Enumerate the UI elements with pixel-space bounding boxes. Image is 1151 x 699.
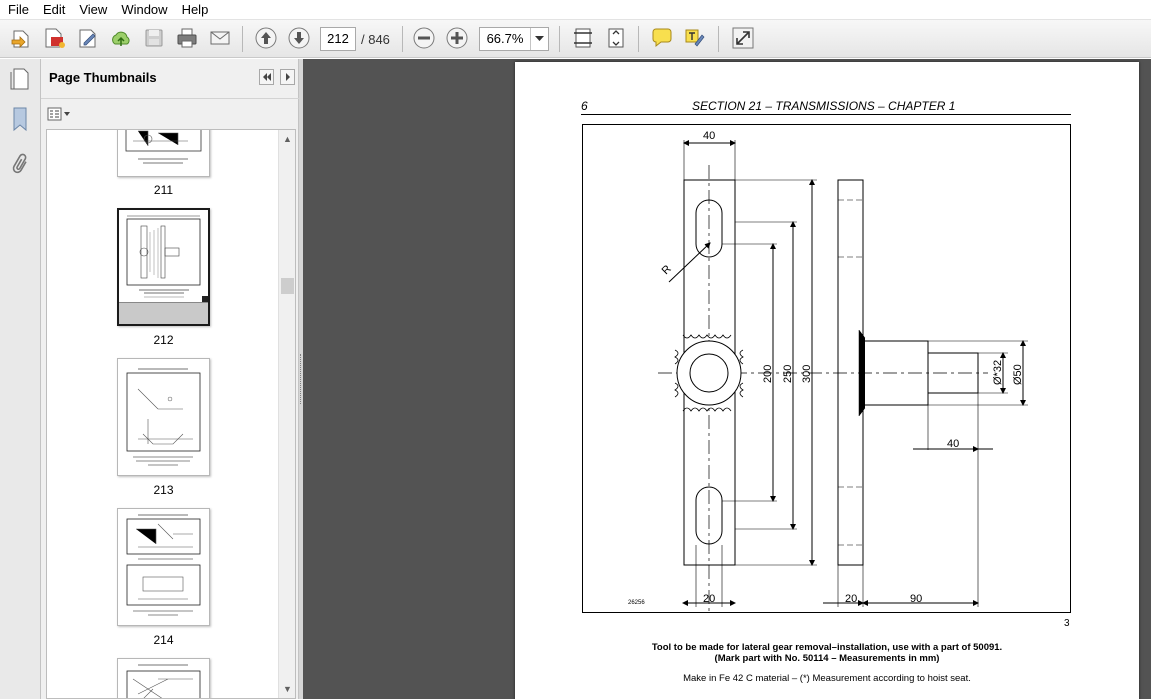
page-thumbnails-icon[interactable] [6, 64, 34, 94]
page-header: 6 SECTION 21 – TRANSMISSIONS – CHAPTER 1 [581, 98, 1071, 115]
email-icon[interactable] [206, 24, 234, 52]
zoom-in-icon[interactable] [443, 24, 471, 52]
fit-page-icon[interactable] [602, 24, 630, 52]
scroll-up-icon[interactable]: ▲ [282, 134, 293, 144]
panel-header: Page Thumbnails [41, 59, 299, 99]
chevron-right-icon[interactable] [280, 69, 295, 85]
save-icon[interactable] [140, 24, 168, 52]
edit-icon[interactable] [74, 24, 102, 52]
fit-width-icon[interactable] [569, 24, 597, 52]
thumbnail-label: 214 [153, 633, 174, 647]
dim-dia-large: Ø50 [1012, 364, 1024, 385]
dim-250: 250 [782, 365, 794, 383]
menu-edit[interactable]: Edit [35, 2, 71, 17]
bookmark-icon[interactable] [6, 104, 34, 134]
thumbnail-scrollbar[interactable]: ▲ ▼ [278, 130, 295, 698]
toolbar-separator [402, 26, 403, 52]
dim-side-40: 40 [947, 438, 959, 450]
dim-300: 300 [801, 365, 813, 383]
menu-window[interactable]: Window [113, 2, 173, 17]
toolbar-separator [559, 26, 560, 52]
toolbar-separator [718, 26, 719, 52]
comment-icon[interactable] [648, 24, 676, 52]
menu-help[interactable]: Help [174, 2, 215, 17]
zoom-out-icon[interactable] [410, 24, 438, 52]
next-page-icon[interactable] [285, 24, 313, 52]
attachment-icon[interactable] [6, 149, 34, 179]
document-viewport: 6 SECTION 21 – TRANSMISSIONS – CHAPTER 1 [303, 59, 1151, 699]
chevron-down-icon[interactable] [530, 28, 548, 50]
menu-view[interactable]: View [71, 2, 113, 17]
thumbnail-212[interactable] [117, 208, 210, 326]
splitter-grip[interactable] [300, 354, 302, 404]
figure-number: 3 [1064, 618, 1070, 629]
dim-top-width: 40 [703, 130, 715, 142]
drawing-ref-code: 26256 [628, 600, 645, 606]
open-icon[interactable] [8, 24, 36, 52]
menu-file[interactable]: File [0, 2, 35, 17]
previous-page-icon[interactable] [252, 24, 280, 52]
page-number-input[interactable]: 212 [320, 27, 356, 51]
dim-dia-small: Ø*32 [992, 360, 1004, 385]
dim-200: 200 [762, 365, 774, 383]
thumbnail-page-image [119, 210, 208, 303]
panel-title: Page Thumbnails [49, 70, 157, 85]
menu-bar: File Edit View Window Help [0, 0, 1151, 20]
create-pdf-icon[interactable] [40, 24, 68, 52]
zoom-select[interactable]: 66.7% [479, 27, 549, 51]
technical-drawing: R 40 200 250 300 20 26256 20 90 40 Ø*32 … [582, 124, 1071, 613]
dim-side-90: 90 [910, 593, 922, 605]
expand-icon[interactable] [729, 24, 757, 52]
page-total: / 846 [361, 32, 390, 47]
toolbar-separator [242, 26, 243, 52]
thumbnail-label: 213 [153, 483, 174, 497]
navigation-strip [0, 59, 41, 699]
highlight-text-icon[interactable] [681, 24, 709, 52]
caption-line-2: (Mark part with No. 50114 – Measurements… [714, 653, 940, 664]
thumbnail-215[interactable] [117, 658, 210, 698]
toolbar-separator [638, 26, 639, 52]
thumbnail-list: 211 212 213 214 ▲ ▼ [46, 129, 296, 699]
viewport-marker[interactable] [202, 296, 208, 302]
document-page: 6 SECTION 21 – TRANSMISSIONS – CHAPTER 1 [515, 62, 1139, 699]
zoom-value[interactable]: 66.7% [480, 28, 530, 50]
dim-side-20: 20 [845, 593, 857, 605]
scroll-thumb[interactable] [281, 278, 294, 294]
page-number-text: 6 [581, 99, 588, 113]
dim-bottom-left: 20 [703, 593, 715, 605]
section-title: SECTION 21 – TRANSMISSIONS – CHAPTER 1 [692, 99, 956, 113]
scroll-down-icon[interactable]: ▼ [282, 684, 293, 694]
toolbar: 212 / 846 66.7% [0, 20, 1151, 58]
caption-line-3: Make in Fe 42 C material – (*) Measureme… [683, 673, 971, 684]
thumbnail-214[interactable] [117, 508, 210, 626]
thumbnails-panel: Page Thumbnails 211 212 213 214 ▲ ▼ [41, 59, 299, 699]
thumbnail-label: 211 [153, 183, 174, 197]
thumbnail-label: 212 [153, 333, 174, 347]
options-menu-button[interactable] [47, 105, 73, 123]
print-icon[interactable] [173, 24, 201, 52]
caption-line-1: Tool to be made for lateral gear removal… [651, 642, 1003, 653]
collapse-panel-button[interactable] [259, 69, 274, 85]
thumbnail-213[interactable] [117, 358, 210, 476]
thumbnail-211[interactable] [117, 130, 210, 177]
dim-radius-label: R [660, 263, 674, 277]
upload-cloud-icon[interactable] [107, 24, 135, 52]
